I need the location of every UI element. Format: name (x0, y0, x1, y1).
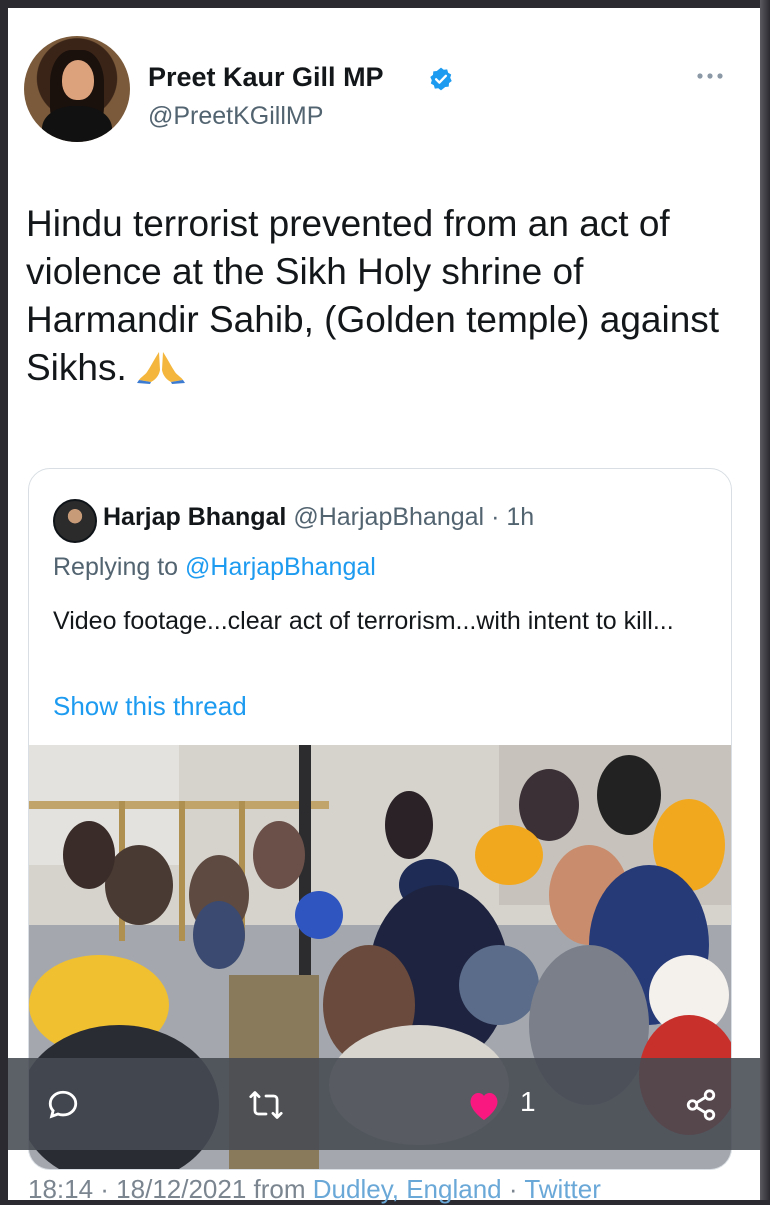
author-display-name[interactable]: Preet Kaur Gill MP (148, 62, 384, 93)
folded-hands-emoji-icon (137, 352, 186, 384)
tweet-text: Hindu terrorist prevented from an act of… (26, 203, 720, 388)
like-count: 1 (520, 1086, 536, 1117)
replying-label: Replying to (53, 553, 179, 581)
quoted-handle[interactable]: @HarjapBhangal (293, 503, 484, 531)
quoted-time: · 1h (491, 503, 535, 531)
more-options-icon[interactable] (694, 68, 726, 84)
tweet-metadata: 18:14 · 18/12/2021 from Dudley, England … (28, 1174, 601, 1205)
tweet-body: Hindu terrorist prevented from an act of… (26, 200, 746, 392)
tweet-card: Preet Kaur Gill MP @PreetKGillMP Hindu t… (8, 8, 760, 1200)
screen-edge (760, 0, 770, 1200)
author-handle[interactable]: @PreetKGillMP (148, 102, 323, 131)
replying-mention-link[interactable]: @HarjapBhangal (185, 553, 376, 581)
author-avatar[interactable] (24, 36, 130, 142)
quoted-header: Harjap Bhangal @HarjapBhangal · 1h (103, 503, 534, 532)
quoted-author-avatar[interactable] (53, 499, 97, 543)
show-thread-link[interactable]: Show this thread (53, 691, 247, 722)
heart-icon[interactable] (466, 1088, 502, 1122)
replying-to: Replying to @HarjapBhangal (53, 553, 376, 582)
verified-badge-icon (430, 67, 452, 91)
retweet-icon[interactable] (248, 1088, 284, 1122)
quoted-display-name[interactable]: Harjap Bhangal (103, 503, 286, 531)
quoted-text: Video footage...clear act of terrorism..… (53, 607, 674, 635)
share-icon[interactable] (684, 1088, 718, 1122)
tweet-action-bar: 1 (8, 1058, 760, 1150)
reply-icon[interactable] (46, 1088, 80, 1122)
